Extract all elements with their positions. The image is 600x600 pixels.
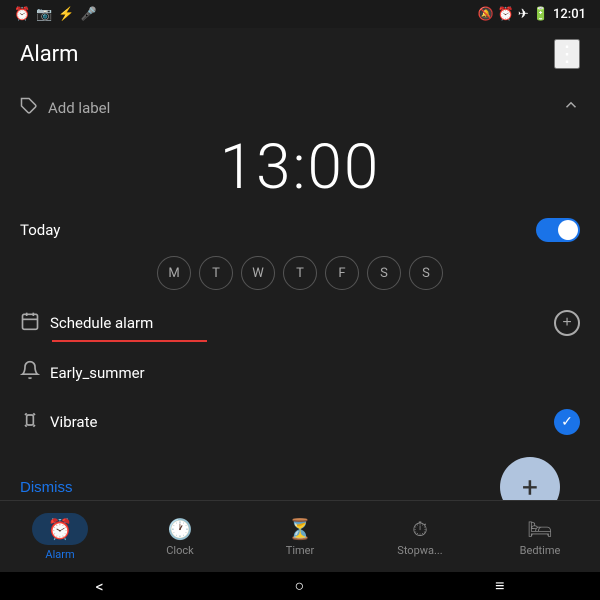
nav-item-clock[interactable]: 🕐 Clock — [120, 511, 240, 563]
status-bar: ⏰ 📷 ⚡ 🎤 🔕 ⏰ ✈ 🔋 12:01 — [0, 0, 600, 28]
dismiss-row: Dismiss + — [0, 447, 600, 500]
bell-icon — [20, 360, 40, 385]
day-sunday[interactable]: S — [409, 256, 443, 290]
today-row: Today — [0, 212, 600, 248]
home-gesture[interactable]: ○ — [295, 576, 305, 596]
camera-status-icon: 📷 — [36, 7, 52, 22]
schedule-underline — [52, 340, 207, 342]
status-time: 12:01 — [553, 7, 586, 22]
schedule-alarm-row[interactable]: Schedule alarm + — [0, 298, 600, 348]
vibrate-row[interactable]: Vibrate ✓ — [0, 397, 600, 447]
app-title: Alarm — [20, 42, 78, 67]
flight-icon: ✈ — [518, 7, 529, 22]
label-chevron-button[interactable] — [562, 96, 580, 119]
vibrate-checkmark[interactable]: ✓ — [554, 409, 580, 435]
voice-status-icon: 🎤 — [81, 7, 97, 22]
nav-item-bedtime[interactable]: 🛏 Bedtime — [480, 511, 600, 563]
nav-item-alarm[interactable]: ⏰ Alarm — [0, 507, 120, 567]
battery-icon: 🔋 — [533, 7, 549, 22]
vibrate-icon — [20, 410, 40, 435]
alarm-nav-label: Alarm — [45, 548, 74, 561]
timer-nav-label: Timer — [286, 544, 314, 557]
stopwatch-nav-label: Stopwa... — [397, 544, 442, 557]
schedule-alarm-label: Schedule alarm — [50, 314, 153, 332]
bottom-nav: ⏰ Alarm 🕐 Clock ⏳ Timer ⏱ Stopwa... 🛏 Be… — [0, 500, 600, 572]
today-toggle[interactable] — [536, 218, 580, 242]
bedtime-nav-label: Bedtime — [520, 544, 561, 557]
mute-icon: 🔕 — [478, 7, 494, 22]
alarm-name-row[interactable]: Early_summer — [0, 348, 600, 397]
day-thursday[interactable]: T — [283, 256, 317, 290]
bedtime-nav-icon: 🛏 — [527, 517, 552, 541]
alarm-time[interactable]: 13:00 — [220, 131, 381, 204]
more-options-button[interactable]: ⋮ — [554, 39, 580, 69]
recent-gesture[interactable]: ≡ — [495, 576, 504, 596]
app-bar: Alarm ⋮ — [0, 28, 600, 80]
status-bar-right: 🔕 ⏰ ✈ 🔋 12:01 — [478, 7, 586, 22]
nav-item-stopwatch[interactable]: ⏱ Stopwa... — [360, 511, 480, 563]
add-label-text[interactable]: Add label — [48, 99, 110, 117]
alarm-nav-icon: ⏰ — [48, 517, 73, 541]
day-friday[interactable]: F — [325, 256, 359, 290]
today-label: Today — [20, 221, 60, 239]
add-schedule-button[interactable]: + — [554, 310, 580, 336]
nav-gesture-bar: < ○ ≡ — [0, 572, 600, 600]
main-content: Add label 13:00 Today M T W T F S S — [0, 80, 600, 500]
alarm-status-icon: ⏰ — [14, 7, 30, 22]
vibrate-label: Vibrate — [50, 413, 97, 431]
back-gesture[interactable]: < — [95, 577, 103, 596]
usb-status-icon: ⚡ — [58, 7, 74, 22]
alarm-name-label[interactable]: Early_summer — [50, 364, 145, 382]
status-bar-left: ⏰ 📷 ⚡ 🎤 — [14, 7, 97, 22]
label-row: Add label — [0, 88, 600, 127]
day-monday[interactable]: M — [157, 256, 191, 290]
label-tag-icon — [20, 97, 38, 119]
timer-nav-icon: ⏳ — [288, 517, 313, 541]
day-wednesday[interactable]: W — [241, 256, 275, 290]
clock-nav-label: Clock — [166, 544, 193, 557]
schedule-icon — [20, 311, 40, 336]
dismiss-button[interactable]: Dismiss — [20, 479, 73, 496]
time-display[interactable]: 13:00 — [0, 127, 600, 212]
fab-button[interactable]: + — [500, 457, 560, 500]
days-row: M T W T F S S — [0, 248, 600, 298]
alarm-right-icon: ⏰ — [498, 7, 514, 22]
nav-item-timer[interactable]: ⏳ Timer — [240, 511, 360, 563]
stopwatch-nav-icon: ⏱ — [412, 517, 428, 541]
toggle-knob — [558, 220, 578, 240]
clock-nav-icon: 🕐 — [168, 517, 193, 541]
day-saturday[interactable]: S — [367, 256, 401, 290]
day-tuesday[interactable]: T — [199, 256, 233, 290]
